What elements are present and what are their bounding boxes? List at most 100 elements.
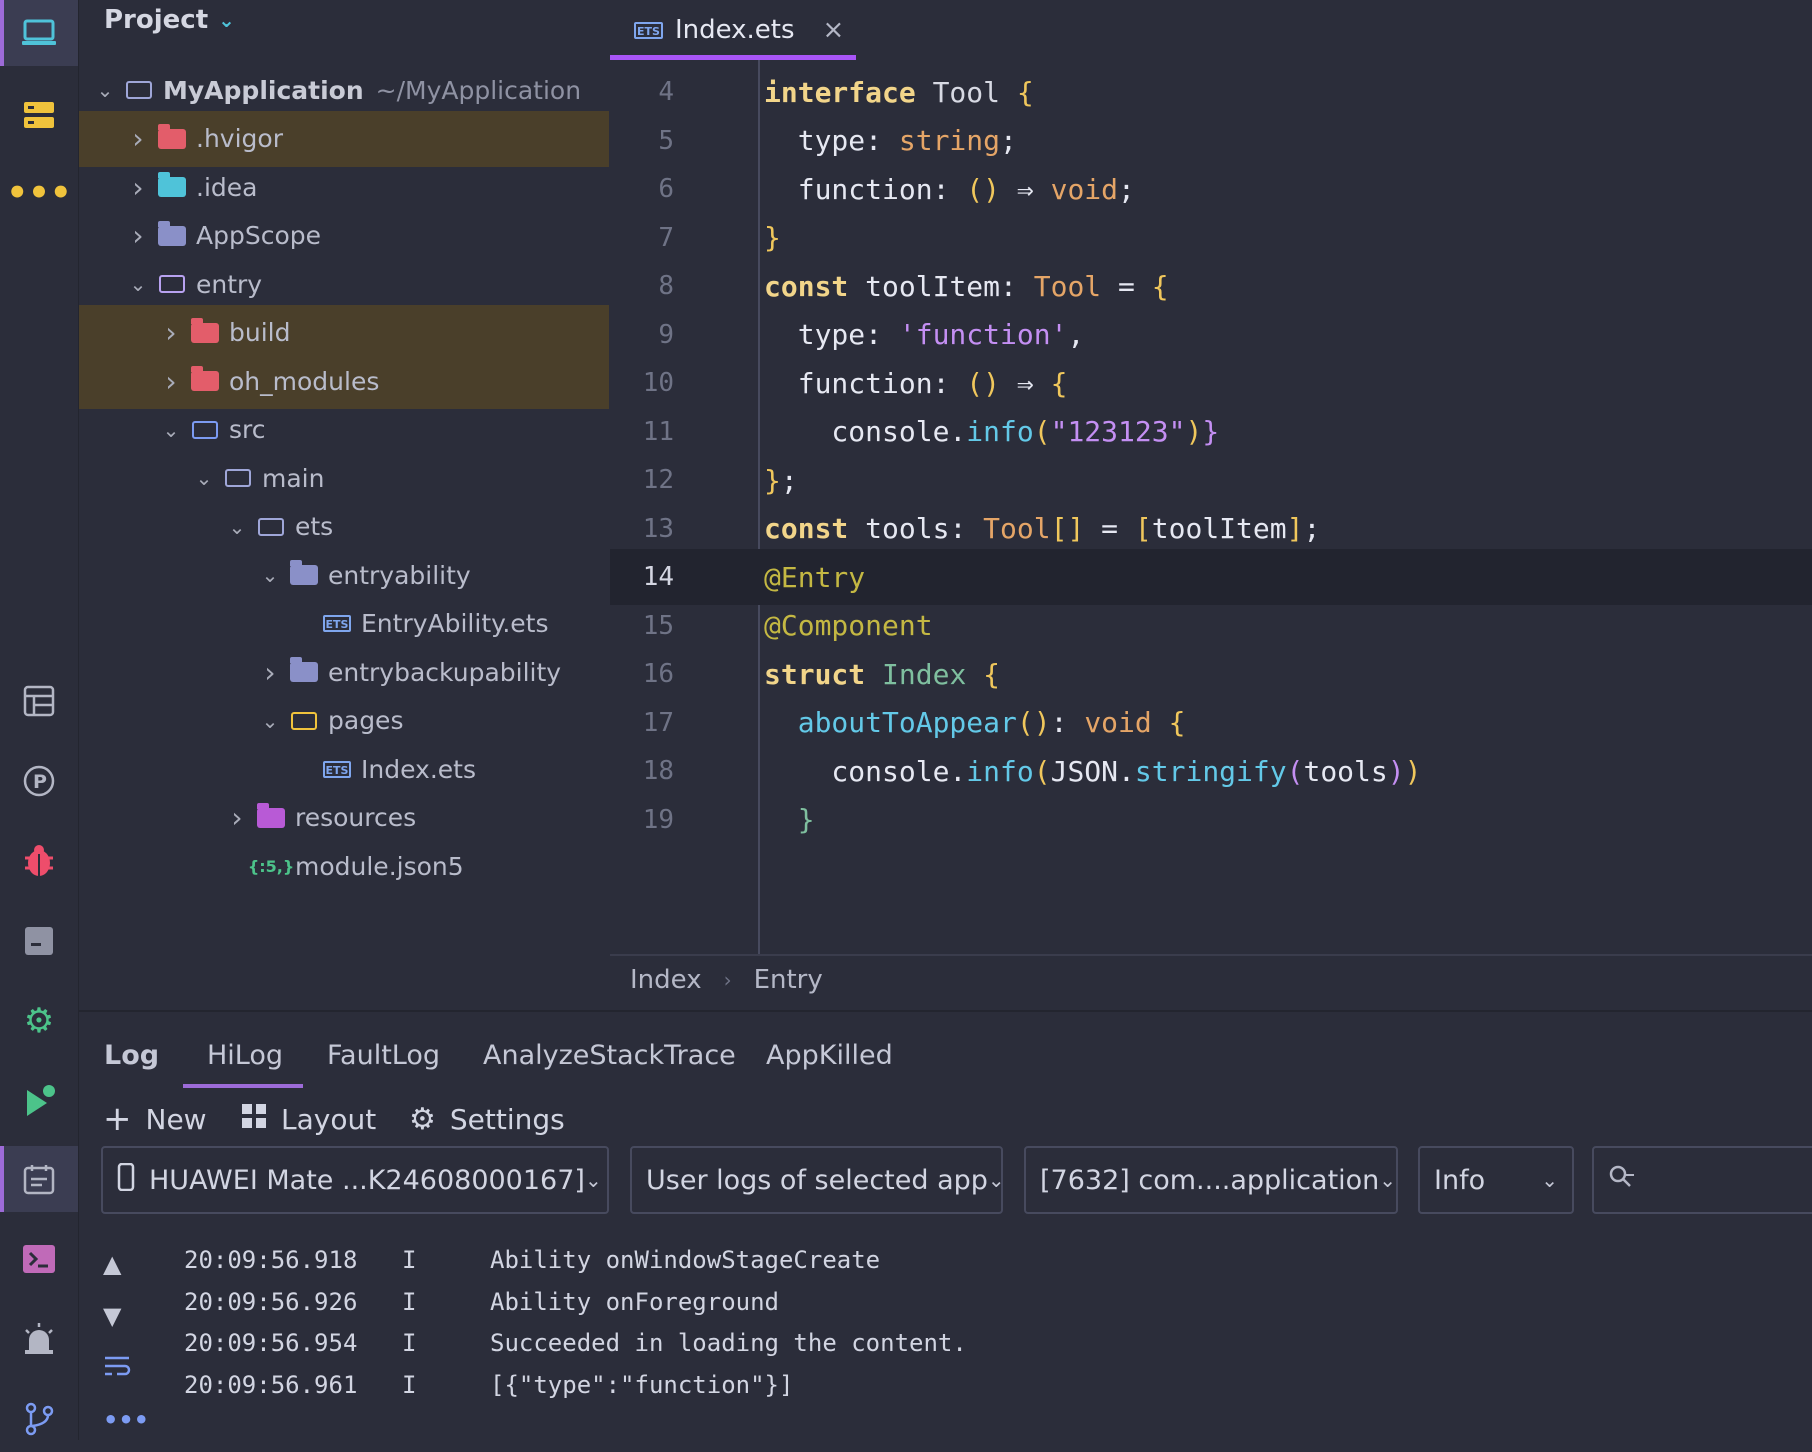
- more-tools-icon[interactable]: •••: [0, 160, 78, 226]
- close-icon[interactable]: ×: [823, 15, 845, 45]
- log-panel: Log HiLog FaultLog AnalyzeStackTrace App…: [79, 1010, 1812, 1442]
- resources-folder-icon: [251, 802, 291, 833]
- code-text: };: [764, 463, 798, 497]
- ets-file-icon: ETS: [317, 754, 357, 784]
- breadcrumb-item-entry[interactable]: Entry: [754, 965, 823, 995]
- chevron-right-icon[interactable]: ›: [157, 316, 185, 349]
- chevron-down-icon[interactable]: ⌄: [256, 709, 284, 733]
- table-layout-icon[interactable]: [0, 668, 78, 734]
- code-text: }: [797, 803, 815, 836]
- chevron-right-icon[interactable]: ›: [157, 365, 185, 398]
- log-time: 20:09:56.961: [184, 1370, 358, 1399]
- code-text: console.info(JSON.stringify(tools)): [764, 754, 1422, 788]
- tab-appkilled[interactable]: AppKilled: [766, 1030, 893, 1080]
- process-select[interactable]: [7632] com....application ⌄: [1024, 1146, 1398, 1214]
- more-options-icon[interactable]: •••: [103, 1406, 149, 1434]
- code-text: @Entry: [764, 560, 866, 594]
- chevron-right-icon[interactable]: ›: [124, 122, 152, 155]
- layout-button[interactable]: Layout: [241, 1094, 376, 1144]
- line-number: 10: [642, 368, 674, 398]
- editor-tabbar: ETS Index.ets ×: [610, 0, 1812, 60]
- structure-icon[interactable]: [0, 82, 78, 148]
- tree-item-module-json5[interactable]: {:5,} module.json5: [79, 838, 609, 894]
- tree-item-label: entryability: [328, 560, 471, 590]
- tree-item-label: src: [229, 415, 266, 444]
- log-scope-select[interactable]: User logs of selected app ⌄: [630, 1146, 1005, 1214]
- chevron-down-icon[interactable]: ⌄: [218, 8, 235, 32]
- chevron-right-icon[interactable]: ›: [223, 801, 251, 834]
- line-number: 11: [642, 416, 674, 447]
- terminal-icon[interactable]: [0, 1226, 78, 1292]
- plus-icon: +: [103, 1099, 132, 1139]
- code-line[interactable]: 19 }: [610, 792, 1812, 848]
- excluded-folder-icon: [185, 317, 225, 348]
- log-message: Ability onWindowStageCreate: [490, 1246, 881, 1274]
- pages-folder-icon: [284, 706, 324, 736]
- log-entry[interactable]: 20:09:56.954 I Succeeded in loading the co…: [184, 1320, 967, 1366]
- soft-wrap-icon[interactable]: [103, 1354, 131, 1384]
- log-calendar-icon[interactable]: [0, 1146, 78, 1212]
- chevron-down-icon[interactable]: ⌄: [256, 563, 284, 587]
- profiler-icon[interactable]: P: [0, 748, 78, 814]
- code-text: console.info("123123")}: [764, 415, 1220, 448]
- folder-icon: [152, 220, 192, 251]
- notifications-alarm-icon[interactable]: [0, 1306, 78, 1372]
- tab-faultlog[interactable]: FaultLog: [327, 1030, 440, 1080]
- project-view-icon[interactable]: [0, 0, 78, 66]
- breadcrumb: Index › Entry: [610, 954, 1812, 1004]
- project-panel-header[interactable]: Project ⌄: [104, 0, 235, 40]
- chevron-right-icon[interactable]: ›: [124, 219, 152, 252]
- folder-icon: [284, 657, 324, 687]
- chevron-down-icon[interactable]: ⌄: [223, 515, 251, 539]
- log-entry[interactable]: 20:09:56.961 I [{"type":"function"}]: [184, 1362, 793, 1408]
- debug-bug-icon[interactable]: [0, 828, 78, 894]
- json5-file-icon: {:5,}: [247, 856, 295, 876]
- chevron-right-icon[interactable]: ›: [124, 171, 152, 204]
- active-log-tab-indicator: [183, 1084, 303, 1088]
- device-select[interactable]: HUAWEI Mate ...K24608000167] ⌄: [101, 1146, 609, 1214]
- source-folder-icon: [185, 415, 225, 445]
- log-message: [{"type":"function"}]: [490, 1370, 794, 1399]
- log-message: Ability onForeground: [490, 1287, 779, 1316]
- tab-hilog[interactable]: HiLog: [207, 1030, 283, 1080]
- chevron-down-icon[interactable]: ⌄: [91, 78, 119, 102]
- line-number: 8: [658, 271, 674, 301]
- tree-item-label: pages: [328, 706, 404, 735]
- chevron-down-icon[interactable]: ⌄: [124, 272, 152, 296]
- scroll-up-icon[interactable]: ▲: [103, 1250, 121, 1278]
- log-level-select[interactable]: Info ⌄: [1418, 1146, 1574, 1214]
- code-editor[interactable]: 4 interface Tool {5 type: string; 6 functi…: [610, 60, 1812, 954]
- chevron-down-icon[interactable]: ⌄: [157, 418, 185, 442]
- tab-index-ets[interactable]: ETS Index.ets ×: [610, 0, 856, 60]
- tree-item-label: EntryAbility.ets: [361, 609, 549, 638]
- tab-log[interactable]: Log: [104, 1030, 159, 1080]
- log-entry[interactable]: 20:09:56.918 I Ability onWindowStageCreate: [184, 1237, 880, 1283]
- chevron-down-icon: ⌄: [584, 1168, 602, 1192]
- git-branch-icon[interactable]: [0, 1386, 78, 1452]
- scroll-down-icon[interactable]: ▼: [103, 1302, 121, 1330]
- log-level: I: [402, 1287, 417, 1316]
- new-button[interactable]: + New: [103, 1094, 207, 1144]
- log-search-input[interactable]: [1592, 1146, 1812, 1214]
- line-number: 18: [642, 756, 674, 786]
- line-number: 9: [658, 319, 674, 350]
- chevron-down-icon[interactable]: ⌄: [190, 466, 218, 490]
- chevron-right-icon[interactable]: ›: [256, 656, 284, 689]
- device-manager-icon[interactable]: [0, 908, 78, 974]
- line-number: 6: [658, 174, 674, 204]
- log-entry[interactable]: 20:09:56.926 I Ability onForeground: [184, 1279, 779, 1325]
- log-time: 20:09:56.954: [184, 1329, 358, 1357]
- breadcrumb-item-index[interactable]: Index: [630, 965, 702, 995]
- svg-text:P: P: [33, 771, 47, 793]
- module-folder-icon: [152, 269, 192, 299]
- chevron-down-icon: ⌄: [1379, 1168, 1397, 1192]
- settings-gear-icon[interactable]: ⚙: [0, 988, 78, 1054]
- chevron-down-icon: ⌄: [1541, 1168, 1558, 1192]
- tab-analyzestacktrace[interactable]: AnalyzeStackTrace: [483, 1030, 736, 1080]
- log-time: 20:09:56.926: [184, 1287, 358, 1316]
- chevron-down-icon: ⌄: [987, 1168, 1005, 1192]
- settings-button[interactable]: ⚙ Settings: [409, 1094, 565, 1144]
- code-text: const tools: Tool[] = [toolItem];: [764, 512, 1321, 545]
- settings-label: Settings: [449, 1102, 565, 1136]
- run-icon[interactable]: [0, 1068, 78, 1134]
